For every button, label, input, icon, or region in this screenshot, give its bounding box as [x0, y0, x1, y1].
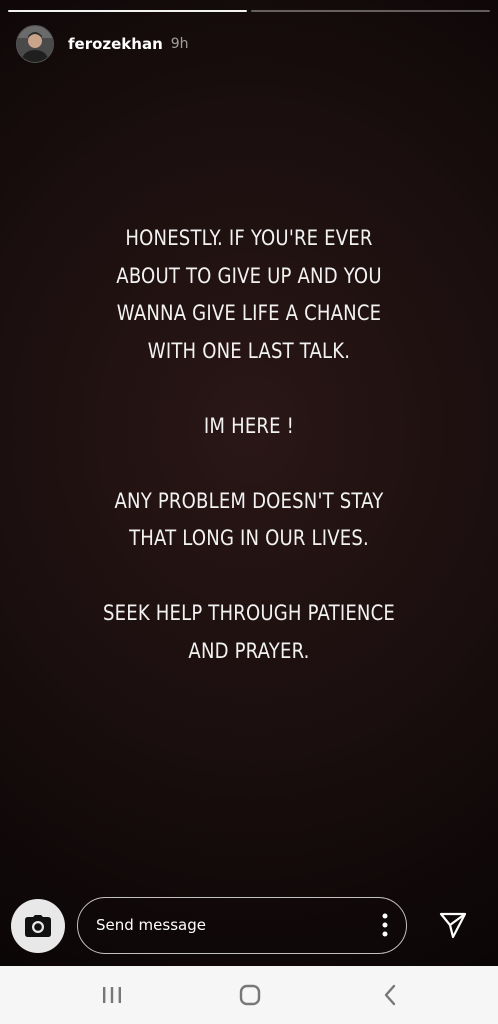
send-icon[interactable] — [437, 909, 469, 941]
story-view[interactable]: ferozekhan 9h HONESTLY. IF YOU'RE EVER A… — [0, 0, 498, 966]
story-header: ferozekhan 9h — [16, 24, 189, 64]
story-paragraph: HONESTLY. IF YOU'RE EVER ABOUT TO GIVE U… — [116, 226, 382, 363]
progress-segment-2 — [251, 10, 490, 12]
camera-button[interactable] — [11, 899, 65, 953]
reply-bar: Send message — [0, 890, 498, 962]
avatar[interactable] — [16, 25, 54, 63]
story-paragraph: IM HERE ! — [203, 413, 295, 438]
recent-apps-icon[interactable] — [97, 981, 127, 1009]
story-paragraph: ANY PROBLEM DOESN'T STAY THAT LONG IN OU… — [114, 488, 384, 551]
post-time: 9h — [170, 36, 189, 52]
send-message-placeholder: Send message — [96, 916, 206, 934]
story-paragraph: SEEK HELP THROUGH PATIENCE AND PRAYER. — [103, 601, 395, 663]
home-icon[interactable] — [235, 981, 265, 1009]
more-vertical-icon[interactable] — [382, 913, 388, 937]
progress-segment-1 — [8, 10, 247, 12]
send-message-input[interactable]: Send message — [77, 897, 407, 954]
back-icon[interactable] — [375, 981, 405, 1009]
story-text: HONESTLY. IF YOU'RE EVER ABOUT TO GIVE U… — [52, 220, 446, 708]
story-progress — [8, 10, 490, 12]
username[interactable]: ferozekhan — [68, 35, 163, 53]
user-avatar-icon — [17, 26, 53, 62]
system-nav-bar — [0, 966, 498, 1024]
camera-icon — [25, 915, 51, 937]
